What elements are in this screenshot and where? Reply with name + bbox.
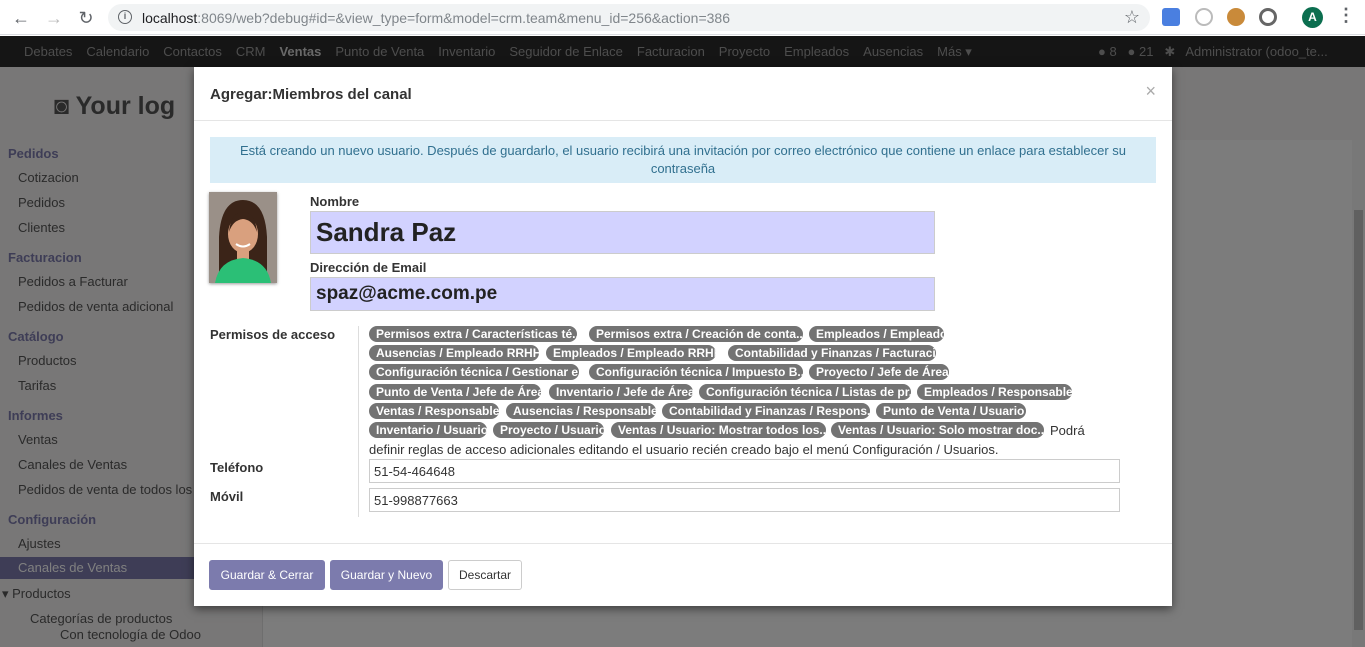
name-label: Nombre bbox=[310, 194, 360, 209]
permission-tag[interactable]: Ventas / Usuario: Mostrar todos los... bbox=[611, 422, 826, 438]
save-close-button[interactable]: Guardar & Cerrar bbox=[209, 560, 325, 590]
save-new-button[interactable]: Guardar y Nuevo bbox=[330, 560, 443, 590]
profile-avatar[interactable]: A bbox=[1302, 7, 1323, 28]
permission-tag[interactable]: Proyecto / Jefe de Área bbox=[809, 364, 949, 380]
permission-tag[interactable]: Contabilidad y Finanzas / Respons... bbox=[662, 403, 870, 419]
back-icon[interactable]: ← bbox=[9, 6, 33, 30]
mobile-label: Móvil bbox=[210, 489, 244, 504]
permission-tag[interactable]: Empleados / Empleado bbox=[809, 326, 944, 342]
email-label: Dirección de Email bbox=[310, 260, 427, 275]
permissions-note: definir reglas de acceso adicionales edi… bbox=[369, 442, 999, 457]
mobile-field[interactable]: 51-998877663 bbox=[369, 488, 1120, 512]
address-bar[interactable]: i localhost:8069/web?debug#id=&view_type… bbox=[108, 4, 1150, 31]
permission-tag[interactable]: Inventario / Usuario bbox=[369, 422, 487, 438]
permissions-label: Permisos de acceso bbox=[210, 327, 336, 342]
url-text: localhost:8069/web?debug#id=&view_type=f… bbox=[142, 10, 731, 26]
discard-button[interactable]: Descartar bbox=[448, 560, 522, 590]
permission-tag[interactable]: Permisos extra / Características té... bbox=[369, 326, 577, 342]
translate-extension-icon[interactable] bbox=[1162, 8, 1180, 26]
permission-tag[interactable]: Ventas / Responsable bbox=[369, 403, 499, 419]
info-alert: Está creando un nuevo usuario. Después d… bbox=[210, 137, 1156, 183]
permission-tag[interactable]: Empleados / Responsable bbox=[917, 384, 1072, 400]
name-field[interactable]: Sandra Paz bbox=[310, 211, 935, 254]
permission-tag[interactable]: Inventario / Jefe de Área bbox=[549, 384, 693, 400]
permission-tag[interactable]: Configuración técnica / Listas de pr... bbox=[699, 384, 911, 400]
permission-tag[interactable]: Punto de Venta / Jefe de Área bbox=[369, 384, 541, 400]
extension-icon[interactable] bbox=[1259, 8, 1277, 26]
extension-icon[interactable] bbox=[1195, 8, 1213, 26]
site-info-icon[interactable]: i bbox=[118, 10, 132, 24]
permission-tag[interactable]: Ventas / Usuario: Solo mostrar doc... bbox=[831, 422, 1044, 438]
permission-tag[interactable]: Permisos extra / Creación de conta... bbox=[589, 326, 803, 342]
permission-tag[interactable]: Configuración técnica / Impuesto B... bbox=[589, 364, 803, 380]
permission-tag[interactable]: Configuración técnica / Gestionar e... bbox=[369, 364, 579, 380]
browser-menu-icon[interactable]: ⋮ bbox=[1337, 5, 1355, 26]
phone-field[interactable]: 51-54-464648 bbox=[369, 459, 1120, 483]
dialog-title: Agregar:Miembros del canal bbox=[210, 86, 412, 103]
bookmark-star-icon[interactable]: ☆ bbox=[1124, 7, 1140, 28]
email-field[interactable]: spaz@acme.com.pe bbox=[310, 277, 935, 311]
permission-tag[interactable]: Empleados / Empleado RRHH bbox=[546, 345, 716, 361]
user-avatar[interactable] bbox=[209, 192, 277, 283]
browser-toolbar: ← → ↻ i localhost:8069/web?debug#id=&vie… bbox=[0, 0, 1365, 35]
phone-label: Teléfono bbox=[210, 460, 264, 475]
reload-icon[interactable]: ↻ bbox=[74, 6, 98, 30]
permissions-note-start: Podrá bbox=[1050, 423, 1085, 438]
permission-tag[interactable]: Ausencias / Empleado RRHH bbox=[369, 345, 539, 361]
forward-icon[interactable]: → bbox=[42, 6, 66, 30]
cookie-extension-icon[interactable] bbox=[1227, 8, 1245, 26]
permission-tag[interactable]: Contabilidad y Finanzas / Facturaci... bbox=[728, 345, 936, 361]
permission-tag[interactable]: Punto de Venta / Usuario bbox=[876, 403, 1026, 419]
close-icon[interactable]: × bbox=[1145, 81, 1156, 102]
permission-tag[interactable]: Ausencias / Responsable bbox=[506, 403, 656, 419]
create-user-dialog: Agregar:Miembros del canal × Está creand… bbox=[194, 67, 1172, 606]
permission-tag[interactable]: Proyecto / Usuario bbox=[493, 422, 604, 438]
